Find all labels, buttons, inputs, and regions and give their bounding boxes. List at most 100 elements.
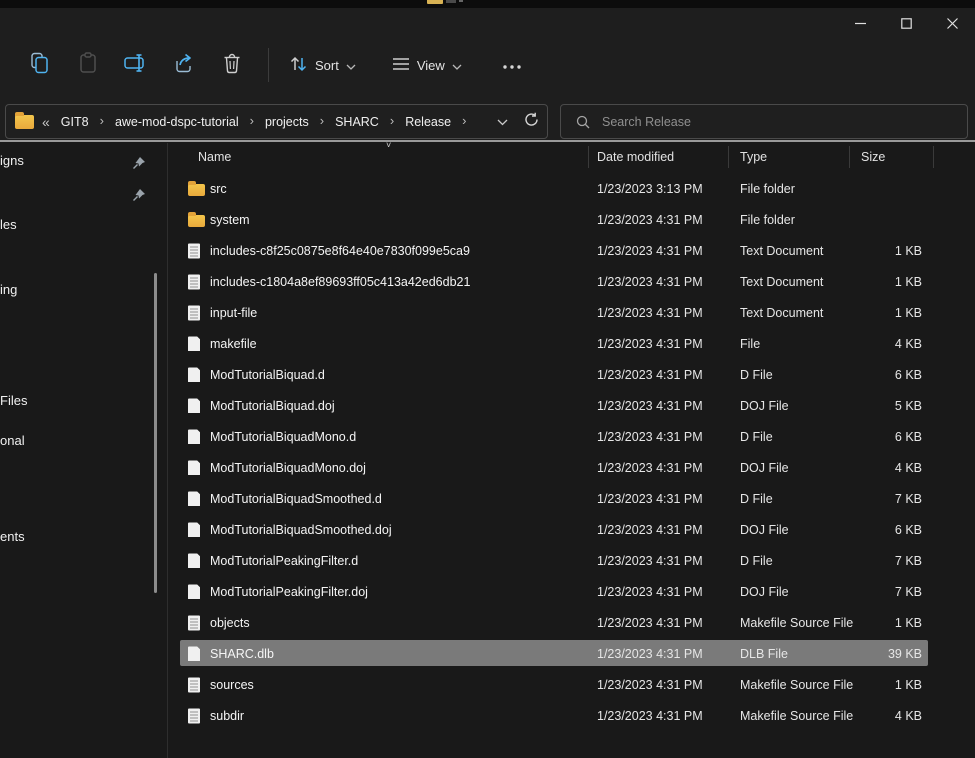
file-type: D File	[740, 492, 773, 506]
file-name: sources	[210, 678, 254, 692]
file-name: src	[210, 182, 227, 196]
chevron-right-icon[interactable]: ›	[383, 113, 401, 128]
sidebar-item-label[interactable]: Files	[0, 393, 27, 408]
column-divider[interactable]	[728, 146, 729, 168]
file-type: D File	[740, 554, 773, 568]
file-type: Text Document	[740, 244, 823, 258]
file-type: DLB File	[740, 647, 788, 661]
sidebar-item-label[interactable]: igns	[0, 153, 24, 168]
sidebar-item-label[interactable]: les	[0, 217, 17, 232]
file-size: 1 KB	[823, 616, 922, 630]
file-icon	[188, 646, 200, 661]
paste-button[interactable]	[64, 45, 112, 85]
file-row[interactable]: sources 1/23/2023 4:31 PM Makefile Sourc…	[168, 669, 975, 700]
file-date-modified: 1/23/2023 4:31 PM	[597, 709, 703, 723]
column-header-size[interactable]: Size	[861, 150, 885, 164]
search-box[interactable]: Search Release	[560, 104, 968, 139]
sidebar-item-label[interactable]: ents	[0, 529, 25, 544]
column-divider[interactable]	[588, 146, 589, 168]
file-type: File folder	[740, 182, 795, 196]
column-divider[interactable]	[933, 146, 934, 168]
column-header-date-modified[interactable]: Date modified	[597, 150, 674, 164]
sidebar-item-label[interactable]: ing	[0, 282, 17, 297]
navigation-sidebar: igns les ing Files onal ents	[0, 143, 167, 758]
file-date-modified: 1/23/2023 4:31 PM	[597, 554, 703, 568]
file-name: ModTutorialBiquadSmoothed.doj	[210, 523, 392, 537]
tab-folder-icon	[427, 0, 443, 4]
folder-icon	[188, 184, 205, 196]
tab-fragment	[446, 0, 456, 3]
refresh-icon[interactable]	[524, 112, 539, 132]
file-name: includes-c1804a8ef89693ff05c413a42ed6db2…	[210, 275, 470, 289]
file-row[interactable]: src 1/23/2023 3:13 PM File folder	[168, 173, 975, 204]
share-button[interactable]	[160, 45, 208, 85]
file-row[interactable]: ModTutorialBiquad.d 1/23/2023 4:31 PM D …	[168, 359, 975, 390]
sidebar-item-label[interactable]: onal	[0, 433, 25, 448]
file-row[interactable]: ModTutorialBiquadMono.d 1/23/2023 4:31 P…	[168, 421, 975, 452]
file-type: Text Document	[740, 275, 823, 289]
folder-icon	[188, 215, 205, 227]
chevron-right-icon[interactable]: ›	[455, 113, 473, 128]
file-list: src 1/23/2023 3:13 PM File folder system…	[168, 173, 975, 731]
column-header-name[interactable]: Name	[198, 150, 231, 164]
file-type: DOJ File	[740, 585, 789, 599]
file-row[interactable]: makefile 1/23/2023 4:31 PM File 4 KB	[168, 328, 975, 359]
file-row[interactable]: ModTutorialBiquad.doj 1/23/2023 4:31 PM …	[168, 390, 975, 421]
file-type: DOJ File	[740, 523, 789, 537]
file-row[interactable]: ModTutorialBiquadSmoothed.doj 1/23/2023 …	[168, 514, 975, 545]
window-controls	[837, 8, 975, 38]
copy-button[interactable]	[16, 45, 64, 85]
breadcrumb-item[interactable]: Release	[401, 112, 455, 132]
column-header-type[interactable]: Type	[740, 150, 767, 164]
search-icon	[576, 115, 590, 129]
close-button[interactable]	[929, 8, 975, 38]
file-size: 39 KB	[823, 647, 922, 661]
file-row[interactable]: ModTutorialBiquadMono.doj 1/23/2023 4:31…	[168, 452, 975, 483]
breadcrumb-item[interactable]: GIT8	[57, 112, 93, 132]
breadcrumb-item[interactable]: SHARC	[331, 112, 383, 132]
file-row[interactable]: system 1/23/2023 4:31 PM File folder	[168, 204, 975, 235]
breadcrumb-item[interactable]: projects	[261, 112, 313, 132]
maximize-button[interactable]	[883, 8, 929, 38]
file-row[interactable]: includes-c1804a8ef89693ff05c413a42ed6db2…	[168, 266, 975, 297]
chevron-right-icon[interactable]: ›	[243, 113, 261, 128]
minimize-button[interactable]	[837, 8, 883, 38]
address-dropdown-icon[interactable]	[497, 113, 508, 131]
file-pane: ˅ Name Date modified Type Size src 1/23/…	[168, 143, 975, 758]
file-row[interactable]: subdir 1/23/2023 4:31 PM Makefile Source…	[168, 700, 975, 731]
text-document-icon	[188, 243, 200, 258]
file-type: File	[740, 337, 760, 351]
folder-icon	[15, 115, 34, 129]
share-icon	[173, 52, 195, 79]
sort-button[interactable]: Sort	[277, 45, 368, 85]
file-row-selected[interactable]: SHARC.dlb 1/23/2023 4:31 PM DLB File 39 …	[168, 638, 975, 669]
file-row[interactable]: objects 1/23/2023 4:31 PM Makefile Sourc…	[168, 607, 975, 638]
rename-button[interactable]	[112, 45, 160, 85]
file-icon	[188, 429, 200, 444]
file-row[interactable]: input-file 1/23/2023 4:31 PM Text Docume…	[168, 297, 975, 328]
file-size: 6 KB	[823, 368, 922, 382]
file-size: 4 KB	[823, 461, 922, 475]
file-row[interactable]: ModTutorialPeakingFilter.d 1/23/2023 4:3…	[168, 545, 975, 576]
breadcrumb-overflow-icon[interactable]: «	[42, 114, 49, 130]
delete-button[interactable]	[208, 45, 256, 85]
text-document-icon	[188, 274, 200, 289]
chevron-right-icon[interactable]: ›	[313, 113, 331, 128]
file-icon	[188, 553, 200, 568]
file-row[interactable]: ModTutorialPeakingFilter.doj 1/23/2023 4…	[168, 576, 975, 607]
chevron-right-icon[interactable]: ›	[93, 113, 111, 128]
more-options-button[interactable]	[488, 45, 536, 85]
file-name: system	[210, 213, 250, 227]
file-row[interactable]: ModTutorialBiquadSmoothed.d 1/23/2023 4:…	[168, 483, 975, 514]
column-divider[interactable]	[849, 146, 850, 168]
file-size: 6 KB	[823, 430, 922, 444]
file-row[interactable]: includes-c8f25c0875e8f64e40e7830f099e5ca…	[168, 235, 975, 266]
sidebar-scrollbar[interactable]	[154, 273, 157, 593]
breadcrumb-item[interactable]: awe-mod-dspc-tutorial	[111, 112, 243, 132]
address-bar[interactable]: « GIT8›awe-mod-dspc-tutorial›projects›SH…	[5, 104, 548, 139]
sort-label: Sort	[315, 58, 339, 73]
view-button[interactable]: View	[380, 45, 474, 85]
breadcrumb: GIT8›awe-mod-dspc-tutorial›projects›SHAR…	[57, 112, 474, 132]
pin-icon	[131, 155, 147, 171]
file-type: File folder	[740, 213, 795, 227]
